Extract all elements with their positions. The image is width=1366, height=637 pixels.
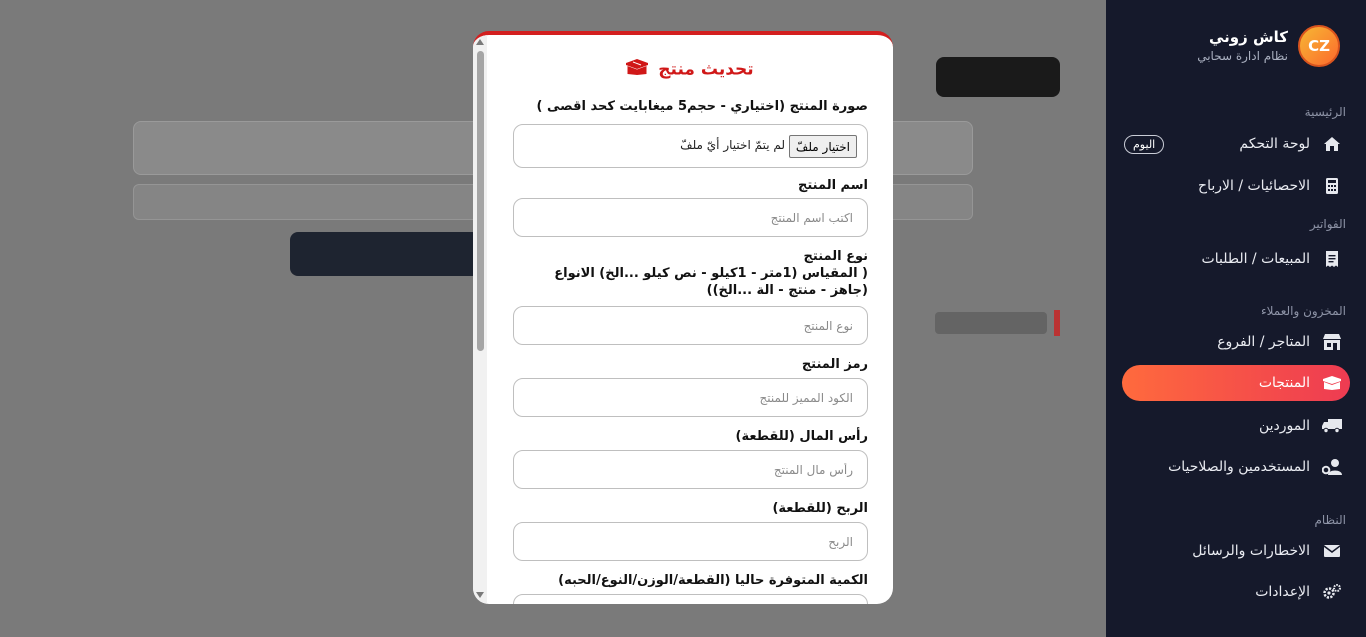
today-badge: اليوم [1124, 135, 1165, 154]
type-hint: ( المقياس (1متر - 1كيلو - نص كيلو ...الخ… [554, 266, 868, 298]
product-code-input[interactable] [514, 379, 867, 416]
sidebar-item-products[interactable]: المنتجات [1122, 365, 1350, 401]
sidebar-item-label: الاخطارات والرسائل [1192, 543, 1310, 559]
product-type-field[interactable] [513, 306, 868, 345]
scroll-down-arrow-icon[interactable] [476, 592, 484, 598]
modal-title: تحديث منتج [487, 59, 893, 80]
update-product-modal: تحديث منتج صورة المنتج (اختياري - حجم5 م… [473, 31, 893, 604]
background-action-button [290, 232, 480, 276]
quantity-label: الكمية المتوفرة حاليا (القطعة/الوزن/النو… [558, 573, 868, 588]
product-code-field[interactable] [513, 378, 868, 417]
sidebar-item-notifications[interactable]: الاخطارات والرسائل [1122, 533, 1350, 569]
brand-name: كاش زوني [1208, 28, 1288, 46]
product-type-input[interactable] [514, 307, 867, 344]
sidebar-item-label: المستخدمين والصلاحيات [1168, 459, 1310, 475]
sidebar-item-label: الإعدادات [1255, 584, 1310, 600]
sidebar: CZ كاش زوني نظام ادارة سحابي الرئيسية لو… [1106, 0, 1366, 637]
gears-icon [1322, 582, 1342, 602]
product-cost-input[interactable] [514, 451, 867, 488]
sidebar-item-stores[interactable]: المتاجر / الفروع [1122, 324, 1350, 360]
sidebar-item-label: المتاجر / الفروع [1217, 334, 1310, 350]
background-heading [935, 312, 1047, 334]
section-main: الرئيسية [1304, 105, 1346, 119]
product-quantity-field[interactable] [513, 594, 868, 604]
section-inventory: المخزون والعملاء [1260, 304, 1346, 318]
sidebar-item-statistics[interactable]: الاحصائيات / الارباح [1122, 168, 1350, 204]
code-label: رمز المنتج [801, 357, 868, 372]
product-profit-field[interactable] [513, 522, 868, 561]
modal-scrollbar[interactable] [473, 35, 487, 604]
box-icon [626, 59, 649, 80]
sidebar-item-settings[interactable]: الإعدادات [1122, 574, 1350, 610]
background-button [936, 57, 1060, 97]
brand-subtitle: نظام ادارة سحابي [1197, 49, 1288, 63]
sidebar-item-label: المبيعات / الطلبات [1201, 251, 1310, 267]
sidebar-item-label: الاحصائيات / الارباح [1198, 178, 1310, 194]
user-gear-icon [1322, 457, 1342, 477]
scroll-thumb[interactable] [477, 51, 484, 351]
section-invoices: الفواتير [1309, 217, 1346, 231]
name-label: اسم المنتج [798, 178, 868, 193]
cost-label: رأس المال (للقطعة) [735, 429, 868, 444]
envelope-icon [1322, 541, 1342, 561]
calculator-icon [1322, 176, 1342, 196]
store-icon [1322, 332, 1342, 352]
brand[interactable]: CZ كاش زوني نظام ادارة سحابي [1120, 25, 1340, 69]
scroll-up-arrow-icon[interactable] [476, 39, 484, 45]
section-system: النظام [1314, 513, 1346, 527]
product-name-input[interactable] [514, 199, 867, 236]
modal-title-text: تحديث منتج [658, 59, 754, 80]
receipt-icon [1322, 249, 1342, 269]
sidebar-item-label: الموردين [1258, 418, 1310, 434]
box-icon [1322, 373, 1342, 393]
background-heading-accent [1054, 310, 1060, 336]
sidebar-item-label: لوحة التحكم [1239, 136, 1310, 152]
file-status-text: لم يتمّ اختيار أيّ ملفّ [680, 138, 785, 152]
product-cost-field[interactable] [513, 450, 868, 489]
home-icon [1322, 134, 1342, 154]
sidebar-item-sales[interactable]: المبيعات / الطلبات [1122, 241, 1350, 277]
sidebar-item-suppliers[interactable]: الموردين [1122, 408, 1350, 444]
truck-icon [1322, 416, 1342, 436]
profit-label: الربح (للقطعة) [772, 501, 868, 516]
choose-file-button[interactable]: اختيار ملفّ [788, 135, 857, 158]
product-image-file-field[interactable]: اختيار ملفّ لم يتمّ اختيار أيّ ملفّ [513, 124, 868, 168]
sidebar-item-label: المنتجات [1258, 375, 1310, 391]
product-profit-input[interactable] [514, 523, 867, 560]
type-label: نوع المنتج [803, 249, 868, 264]
image-label: صورة المنتج (اختياري - حجم5 ميغابايت كحد… [536, 99, 868, 114]
sidebar-item-users[interactable]: المستخدمين والصلاحيات [1122, 449, 1350, 485]
product-name-field[interactable] [513, 198, 868, 237]
brand-logo: CZ [1298, 25, 1340, 67]
sidebar-item-dashboard[interactable]: لوحة التحكم اليوم [1122, 126, 1350, 162]
